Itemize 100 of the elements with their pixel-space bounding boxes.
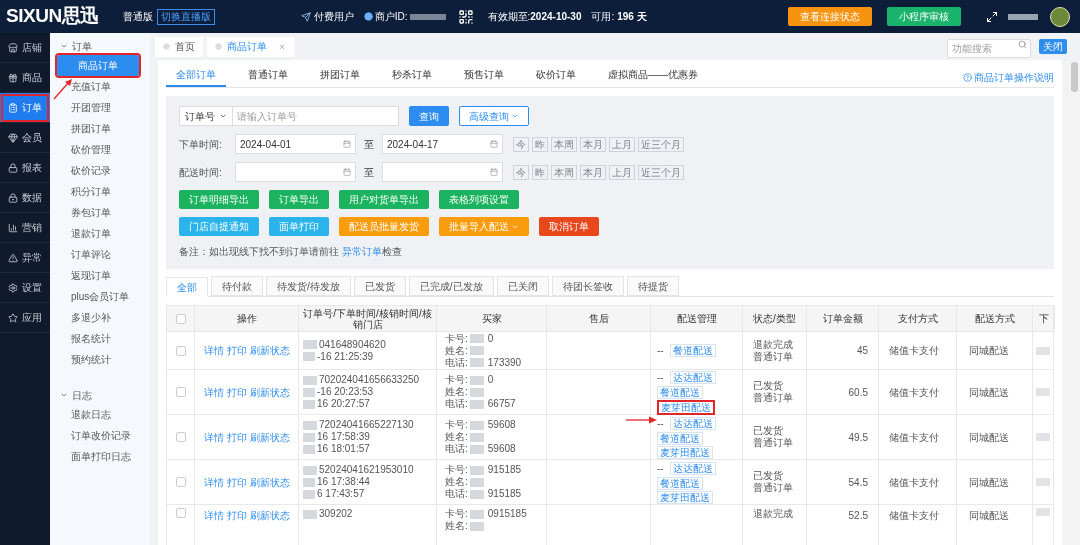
group-header[interactable]: 日志 [50, 386, 150, 404]
row-action-link[interactable]: 详情 [203, 474, 224, 490]
submenu-item[interactable]: 退款日志 [50, 404, 150, 425]
submenu-item[interactable]: 积分订单 [50, 181, 150, 202]
delivery-tag[interactable]: 餐道配送 [657, 476, 703, 490]
submenu-item[interactable]: 商品订单 [57, 55, 139, 76]
delivery-tag[interactable]: 餐道配送 [657, 385, 703, 399]
delivery-tag[interactable]: 餐道配送 [669, 344, 716, 357]
action-button[interactable]: 批量导入配送 [439, 217, 529, 236]
order-tab[interactable]: 秒杀订单 [382, 67, 442, 87]
row-action-link[interactable]: 打印 [226, 343, 247, 358]
order-tab[interactable]: 预售订单 [454, 67, 514, 87]
quick-date-button[interactable]: 本月 [580, 136, 606, 152]
action-button[interactable]: 用户对货单导出 [339, 190, 429, 209]
avatar[interactable] [1050, 6, 1070, 27]
fullscreen-icon[interactable] [986, 10, 998, 23]
row-action-link[interactable]: 打印 [226, 508, 247, 523]
status-tab[interactable]: 待付款 [211, 276, 263, 296]
quick-date-button[interactable]: 本周 [551, 164, 577, 180]
delivery-tag[interactable]: 达达配送 [669, 370, 716, 384]
quick-date-button[interactable]: 今 [513, 164, 529, 180]
date-field[interactable] [382, 162, 503, 182]
quick-date-button[interactable]: 近三个月 [638, 164, 684, 180]
delivery-tag[interactable]: 麦芽田配送 [657, 490, 713, 504]
quick-date-button[interactable]: 昨 [532, 136, 548, 152]
order-number-field[interactable]: 请输入订单号 [233, 106, 399, 126]
quick-date-button[interactable]: 上月 [609, 164, 635, 180]
mini-program-review-button[interactable]: 小程序审核 [887, 7, 961, 26]
action-button[interactable]: 表格列项设置 [439, 190, 519, 209]
nav-item[interactable]: 订单 [0, 93, 50, 123]
page-tab[interactable]: 商品订单 [207, 36, 294, 57]
switch-edition-button[interactable]: 切换直播版 [156, 8, 215, 25]
quick-date-button[interactable]: 本周 [551, 136, 577, 152]
submenu-item[interactable]: 面单打印日志 [50, 446, 150, 467]
submenu-item[interactable]: 报名统计 [50, 328, 150, 349]
action-button[interactable]: 订单明细导出 [179, 190, 259, 209]
submenu-item[interactable]: 充值订单 [50, 76, 150, 97]
checkbox[interactable] [175, 345, 186, 356]
action-button[interactable]: 面单打印 [269, 217, 329, 236]
status-tab[interactable]: 全部 [166, 277, 208, 297]
quick-date-button[interactable]: 本月 [580, 164, 606, 180]
delivery-tag[interactable]: 麦芽田配送 [657, 445, 713, 459]
submenu-item[interactable]: plus会员订单 [50, 286, 150, 307]
submenu-item[interactable]: 拼团订单 [50, 118, 150, 139]
order-tab[interactable]: 砍价订单 [526, 67, 586, 87]
advanced-query-button[interactable]: 高级查询 [459, 106, 529, 126]
row-action-link[interactable]: 详情 [203, 384, 224, 400]
delivery-tag[interactable]: 达达配送 [669, 416, 716, 430]
date-field[interactable] [235, 162, 356, 182]
status-tab[interactable]: 已关闭 [496, 276, 549, 296]
row-action-link[interactable]: 刷新状态 [249, 429, 290, 445]
type-select[interactable]: 订单号 [179, 106, 233, 126]
quick-date-button[interactable]: 昨 [532, 164, 548, 180]
submenu-item[interactable]: 订单改价记录 [50, 425, 150, 446]
close-button[interactable]: 关闭 [1039, 39, 1067, 54]
connection-status-button[interactable]: 查看连接状态 [788, 7, 872, 26]
checkbox[interactable] [175, 477, 186, 487]
action-button[interactable]: 配送员批量发货 [339, 217, 429, 236]
row-action-link[interactable]: 详情 [203, 429, 224, 445]
status-tab[interactable]: 待提货 [626, 276, 679, 296]
help-link[interactable]: 商品订单操作说明 [963, 67, 1054, 87]
order-tab[interactable]: 普通订单 [238, 67, 298, 87]
close-icon[interactable] [278, 42, 286, 51]
query-button[interactable]: 查询 [409, 106, 449, 126]
status-tab[interactable]: 待团长签收 [551, 276, 624, 296]
row-action-link[interactable]: 详情 [203, 508, 224, 523]
action-button[interactable]: 门店自提通知 [179, 217, 259, 236]
submenu-item[interactable]: 砍价管理 [50, 139, 150, 160]
delivery-tag[interactable]: 达达配送 [669, 461, 716, 475]
group-header[interactable]: 订单 [50, 37, 150, 55]
submenu-item[interactable]: 券包订单 [50, 202, 150, 223]
submenu-item[interactable]: 多退少补 [50, 307, 150, 328]
row-action-link[interactable]: 打印 [226, 474, 247, 490]
submenu-item[interactable]: 退款订单 [50, 223, 150, 244]
order-tab[interactable]: 全部订单 [166, 67, 226, 87]
status-tab[interactable]: 已发货 [353, 276, 406, 296]
order-tab[interactable]: 虚拟商品——优惠券 [598, 67, 708, 87]
action-button[interactable]: 订单导出 [269, 190, 329, 209]
submenu-item[interactable]: 返现订单 [50, 265, 150, 286]
row-action-link[interactable]: 刷新状态 [249, 508, 290, 523]
row-action-link[interactable]: 刷新状态 [249, 384, 290, 400]
submenu-item[interactable]: 订单评论 [50, 244, 150, 265]
checkbox[interactable] [175, 432, 186, 442]
qr-code-icon[interactable] [457, 8, 474, 25]
date-field[interactable]: 2024-04-01 [235, 134, 356, 154]
delivery-tag[interactable]: 麦芽田配送 [657, 399, 715, 415]
row-action-link[interactable]: 详情 [203, 343, 224, 358]
quick-date-button[interactable]: 近三个月 [638, 136, 684, 152]
checkbox[interactable] [175, 508, 186, 518]
submenu-item[interactable]: 开团管理 [50, 97, 150, 118]
row-action-link[interactable]: 刷新状态 [249, 474, 290, 490]
action-button[interactable]: 取消订单 [539, 217, 599, 236]
status-tab[interactable]: 待发货/待发放 [266, 276, 351, 296]
submenu-item[interactable]: 预约统计 [50, 349, 150, 370]
quick-date-button[interactable]: 今 [513, 136, 529, 152]
delivery-tag[interactable]: 餐道配送 [657, 431, 703, 445]
checkbox[interactable] [175, 387, 186, 397]
search-field[interactable]: 功能搜索 [947, 38, 1031, 58]
row-action-link[interactable]: 打印 [226, 384, 247, 400]
row-action-link[interactable]: 刷新状态 [249, 343, 290, 358]
